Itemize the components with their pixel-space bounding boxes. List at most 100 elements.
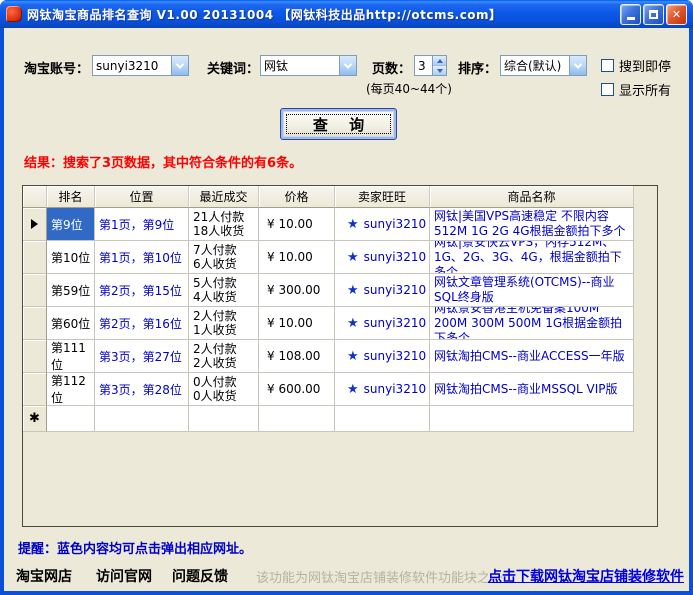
cell-seller-link[interactable]: ★ sunyi3210	[335, 340, 430, 373]
feedback-link[interactable]: 问题反馈	[172, 566, 228, 586]
cell-empty	[259, 406, 335, 432]
cell-rank[interactable]: 第9位	[47, 208, 95, 241]
cell-price: ¥ 10.00	[259, 208, 335, 241]
spin-up-icon	[436, 58, 443, 63]
cell-product-link[interactable]: 网钛|美国VPS高速稳定 不限内容512M 1G 2G 4G根据金额拍下多个	[430, 208, 634, 241]
cell-rank[interactable]: 第10位	[47, 241, 95, 274]
cell-empty	[189, 406, 259, 432]
column-header-rank[interactable]: 排名	[47, 186, 95, 208]
keyword-value: 网钛	[264, 59, 289, 73]
cell-position-link[interactable]: 第3页，第27位	[95, 340, 189, 373]
wangwang-star-icon: ★	[347, 216, 359, 232]
wangwang-star-icon: ★	[347, 348, 359, 364]
new-row-selector[interactable]: ✱	[23, 406, 47, 432]
cell-deals: 5人付款 4人收货	[189, 274, 259, 307]
cell-seller-link[interactable]: ★ sunyi3210	[335, 373, 430, 406]
account-dropdown-button[interactable]	[171, 56, 188, 75]
taobao-shop-link[interactable]: 淘宝网店	[16, 566, 72, 586]
column-header-seller[interactable]: 卖家旺旺	[335, 186, 430, 208]
wangwang-star-icon: ★	[347, 381, 359, 397]
cell-price: ¥ 108.00	[259, 340, 335, 373]
cell-position-link[interactable]: 第2页，第15位	[95, 274, 189, 307]
column-header-position[interactable]: 位置	[95, 186, 189, 208]
minimize-button[interactable]	[620, 3, 641, 25]
cell-price: ¥ 600.00	[259, 373, 335, 406]
row-selector[interactable]	[23, 373, 47, 406]
sort-dropdown-button[interactable]	[569, 56, 586, 75]
cell-deals: 0人付款 0人收货	[189, 373, 259, 406]
chevron-down-icon	[343, 59, 353, 69]
row-selector[interactable]	[23, 241, 47, 274]
cell-position-link[interactable]: 第2页，第16位	[95, 307, 189, 340]
column-header-price[interactable]: 价格	[259, 186, 335, 208]
keyword-dropdown-button[interactable]	[339, 56, 356, 75]
cell-rank[interactable]: 第112位	[47, 373, 95, 406]
cell-product-link[interactable]: 网钛|景安快云VPS，内存512M、1G、2G、3G、4G，根据金额拍下多个	[430, 241, 634, 274]
cell-product-link[interactable]: 网钛淘拍CMS--商业MSSQL VIP版	[430, 373, 634, 406]
stop-when-found-label: 搜到即停	[619, 60, 672, 75]
cell-rank[interactable]: 第60位	[47, 307, 95, 340]
spin-down-button[interactable]	[433, 65, 446, 75]
close-button[interactable]: ✕	[666, 3, 687, 25]
cell-seller-link[interactable]: ★ sunyi3210	[335, 208, 430, 241]
cell-deals: 7人付款 6人收货	[189, 241, 259, 274]
cell-empty	[335, 406, 430, 432]
titlebar[interactable]: 网钛淘宝商品排名查询 V1.00 20131004 【网钛科技出品http://…	[0, 0, 693, 28]
cell-product-link[interactable]: 网钛淘拍CMS--商业ACCESS一年版	[430, 340, 634, 373]
column-header-deals[interactable]: 最近成交	[189, 186, 259, 208]
column-header-product[interactable]: 商品名称	[430, 186, 634, 208]
cell-seller-link[interactable]: ★ sunyi3210	[335, 274, 430, 307]
cell-position-link[interactable]: 第1页，第10位	[95, 241, 189, 274]
cell-position-link[interactable]: 第1页，第9位	[95, 208, 189, 241]
wangwang-star-icon: ★	[347, 249, 359, 265]
cell-rank[interactable]: 第111位	[47, 340, 95, 373]
cell-empty	[47, 406, 95, 432]
stop-when-found-option[interactable]: 搜到即停	[601, 56, 671, 75]
keyword-combobox[interactable]: 网钛	[260, 55, 357, 76]
chevron-down-icon	[175, 59, 185, 69]
row-selector[interactable]	[23, 307, 47, 340]
cell-price: ¥ 10.00	[259, 241, 335, 274]
cell-price: ¥ 10.00	[259, 307, 335, 340]
account-value: sunyi3210	[96, 58, 159, 73]
row-selector[interactable]	[23, 208, 47, 241]
query-button[interactable]: 查 询	[280, 108, 397, 140]
spin-up-button[interactable]	[433, 56, 446, 65]
sort-value: 综合(默认)	[504, 59, 562, 73]
new-row-icon: ✱	[29, 411, 40, 426]
cell-deals: 21人付款 18人收货	[189, 208, 259, 241]
cell-seller-link[interactable]: ★ sunyi3210	[335, 307, 430, 340]
cell-product-link[interactable]: 网钛景安香港主机免备案100M 200M 300M 500M 1G根据金额拍下多…	[430, 307, 634, 340]
show-all-option[interactable]: 显示所有	[601, 80, 671, 99]
query-button-label: 查 询	[312, 115, 373, 134]
pages-stepper[interactable]: 3	[414, 55, 447, 76]
result-text: 结果：搜索了3页数据，其中符合条件的有6条。	[24, 156, 303, 171]
pages-value: 3	[418, 58, 426, 73]
pages-label: 页数：	[372, 62, 412, 77]
account-combobox[interactable]: sunyi3210	[92, 55, 189, 76]
cell-deals: 2人付款 1人收货	[189, 307, 259, 340]
sort-label: 排序：	[458, 62, 498, 77]
footer-note: 该功能为网钛淘宝店铺装修软件功能块之一	[256, 571, 504, 586]
cell-deals: 2人付款 2人收货	[189, 340, 259, 373]
sort-combobox[interactable]: 综合(默认)	[500, 55, 587, 76]
stop-when-found-checkbox[interactable]	[601, 59, 614, 72]
show-all-checkbox[interactable]	[601, 83, 614, 96]
cell-product-link[interactable]: 网钛文章管理系统(OTCMS)--商业SQL终身版	[430, 274, 634, 307]
maximize-icon	[649, 9, 658, 19]
spin-down-icon	[436, 68, 443, 73]
chevron-down-icon	[573, 59, 583, 69]
app-window: 网钛淘宝商品排名查询 V1.00 20131004 【网钛科技出品http://…	[0, 0, 693, 595]
maximize-button[interactable]	[643, 3, 664, 25]
cell-seller-link[interactable]: ★ sunyi3210	[335, 241, 430, 274]
cell-position-link[interactable]: 第3页，第28位	[95, 373, 189, 406]
show-all-label: 显示所有	[619, 84, 672, 99]
row-selector[interactable]	[23, 340, 47, 373]
app-icon	[6, 6, 22, 22]
pages-hint: (每页40~44个)	[366, 82, 452, 96]
official-site-link[interactable]: 访问官网	[96, 566, 152, 586]
row-selector[interactable]	[23, 274, 47, 307]
cell-rank[interactable]: 第59位	[47, 274, 95, 307]
download-software-link[interactable]: 点击下载网钛淘宝店铺装修软件	[488, 566, 684, 586]
form-content: 淘宝账号： sunyi3210 关键词： 网钛 页数： 3 (每页40~44个)…	[4, 28, 689, 591]
